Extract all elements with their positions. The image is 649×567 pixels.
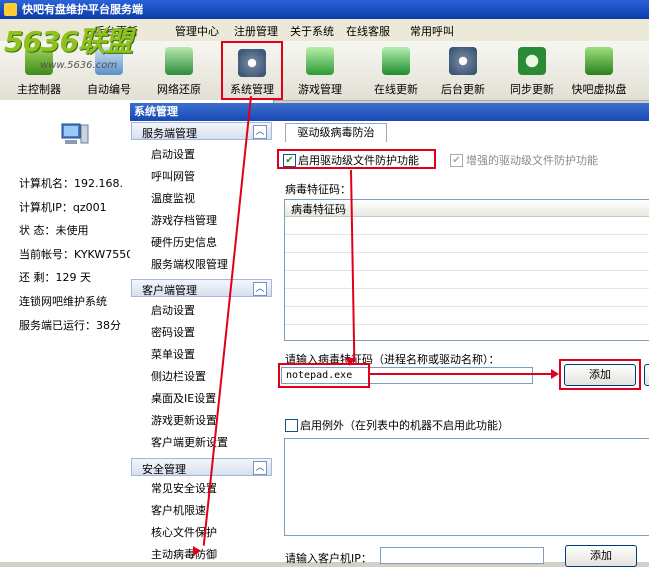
group-server[interactable]: 服务端管理 ︿ <box>131 122 272 140</box>
nav-item[interactable]: 启动设置 <box>151 302 195 318</box>
toolbar-game-manage-button[interactable]: 游戏管理 <box>290 41 350 100</box>
computer-icon <box>61 123 89 144</box>
enhanced-protect-checkbox[interactable]: ✔ <box>450 154 463 167</box>
enhanced-protect-label: 增强的驱动级文件防护功能 <box>466 154 598 167</box>
nav-item[interactable]: 游戏存档管理 <box>151 212 217 228</box>
window-title: 快吧有盘维护平台服务端 <box>22 3 143 16</box>
collapse-icon[interactable]: ︿ <box>253 125 267 139</box>
info-row: 计算机名：192.168. <box>19 177 123 190</box>
toolbar-online-update-button[interactable]: 在线更新 <box>367 41 425 100</box>
nav-item[interactable]: 核心文件保护 <box>151 524 217 540</box>
menu-item-backend[interactable]: 管理中心 <box>175 23 219 39</box>
group-security[interactable]: 安全管理 ︿ <box>131 458 272 476</box>
sync-icon <box>518 47 546 75</box>
virus-feature-label: 病毒特征码： <box>285 183 351 196</box>
nav-item[interactable]: 服务端权限管理 <box>151 256 228 272</box>
add-client-ip-button[interactable]: 添加 <box>565 545 637 567</box>
toolbar-system-manage-button[interactable]: 系统管理 <box>221 41 283 100</box>
highlight-box <box>559 359 641 390</box>
virtual-disk-icon <box>585 47 613 75</box>
toolbar-network-restore-button[interactable]: 网络还原 <box>150 41 208 100</box>
toolbar-backend-update-button[interactable]: 后台更新 <box>434 41 492 100</box>
nav-item[interactable]: 侧边栏设置 <box>151 368 206 384</box>
update-icon <box>382 47 410 75</box>
list-row-line <box>285 270 649 271</box>
client-ip-label: 请输入客户机IP： <box>285 552 372 565</box>
list-column-header[interactable]: 病毒特征码 <box>291 201 346 217</box>
nav-item[interactable]: 温度监视 <box>151 190 195 206</box>
info-row: 服务端已运行：38分 <box>19 319 121 332</box>
gear-icon <box>238 49 266 77</box>
group-client[interactable]: 客户端管理 ︿ <box>131 279 272 297</box>
menu-item-about[interactable]: 在线客服 <box>346 23 390 39</box>
backend-update-icon <box>449 47 477 75</box>
list-row-line <box>285 234 649 235</box>
toolbar-sync-update-button[interactable]: 同步更新 <box>503 41 561 100</box>
info-row: 状 态：未使用 <box>19 224 89 237</box>
annotation-arrow <box>369 373 557 375</box>
toolbar-virtual-disk-button[interactable]: 快吧虚拟盘 <box>565 41 633 100</box>
list-row-line <box>285 252 649 253</box>
title-bar: 快吧有盘维护平台服务端 <box>0 0 649 19</box>
tab-driver-virus[interactable]: 驱动级病毒防治 <box>285 123 387 142</box>
exception-list[interactable] <box>284 438 649 536</box>
arrowhead <box>193 546 201 556</box>
arrowhead <box>551 369 559 379</box>
nav-item[interactable]: 密码设置 <box>151 324 195 340</box>
list-row-line <box>285 306 649 307</box>
menu-item-manage[interactable]: 注册管理 <box>234 23 278 39</box>
nav-item[interactable]: 呼叫网管 <box>151 168 195 184</box>
list-header: 病毒特征码 <box>285 200 649 217</box>
app-icon <box>4 3 17 16</box>
nav-item[interactable]: 常见安全设置 <box>151 480 217 496</box>
site-logo-url: www.5636.com <box>40 60 118 71</box>
nav-item-active-defense[interactable]: 主动病毒防御 <box>151 546 217 562</box>
info-row: 连锁网吧维护系统 <box>19 295 107 308</box>
info-row: 计算机IP：qz001 <box>19 201 107 214</box>
virus-feature-list[interactable]: 病毒特征码 <box>284 199 649 341</box>
highlight-box <box>277 149 436 169</box>
menu-item-register[interactable]: 关于系统 <box>290 23 334 39</box>
game-icon <box>306 47 334 75</box>
extra-button-edge[interactable] <box>644 364 649 386</box>
info-row: 还 剩：129 天 <box>19 271 91 284</box>
menu-item-support[interactable]: 常用呼叫 <box>410 23 454 39</box>
nav-item[interactable]: 游戏更新设置 <box>151 412 217 428</box>
collapse-icon[interactable]: ︿ <box>253 461 267 475</box>
nav-item[interactable]: 硬件历史信息 <box>151 234 217 250</box>
site-logo: 5636联盟 <box>4 25 133 58</box>
list-row-line <box>285 324 649 325</box>
collapse-icon[interactable]: ︿ <box>253 282 267 296</box>
enable-exception-checkbox[interactable] <box>285 419 298 432</box>
arrowhead <box>345 358 355 366</box>
nav-item[interactable]: 客户机限速 <box>151 502 206 518</box>
exception-label: 启用例外（在列表中的机器不启用此功能） <box>300 419 509 432</box>
list-row-line <box>285 288 649 289</box>
nav-item[interactable]: 启动设置 <box>151 146 195 162</box>
panel-title-bar: 系统管理 <box>130 103 649 121</box>
highlight-box <box>278 363 370 388</box>
nav-item[interactable]: 桌面及IE设置 <box>151 390 216 406</box>
network-restore-icon <box>165 47 193 75</box>
info-row: 当前帐号：KYKW7550 <box>19 248 134 261</box>
nav-item[interactable]: 客户端更新设置 <box>151 434 228 450</box>
nav-item[interactable]: 菜单设置 <box>151 346 195 362</box>
client-ip-input[interactable] <box>380 547 544 564</box>
